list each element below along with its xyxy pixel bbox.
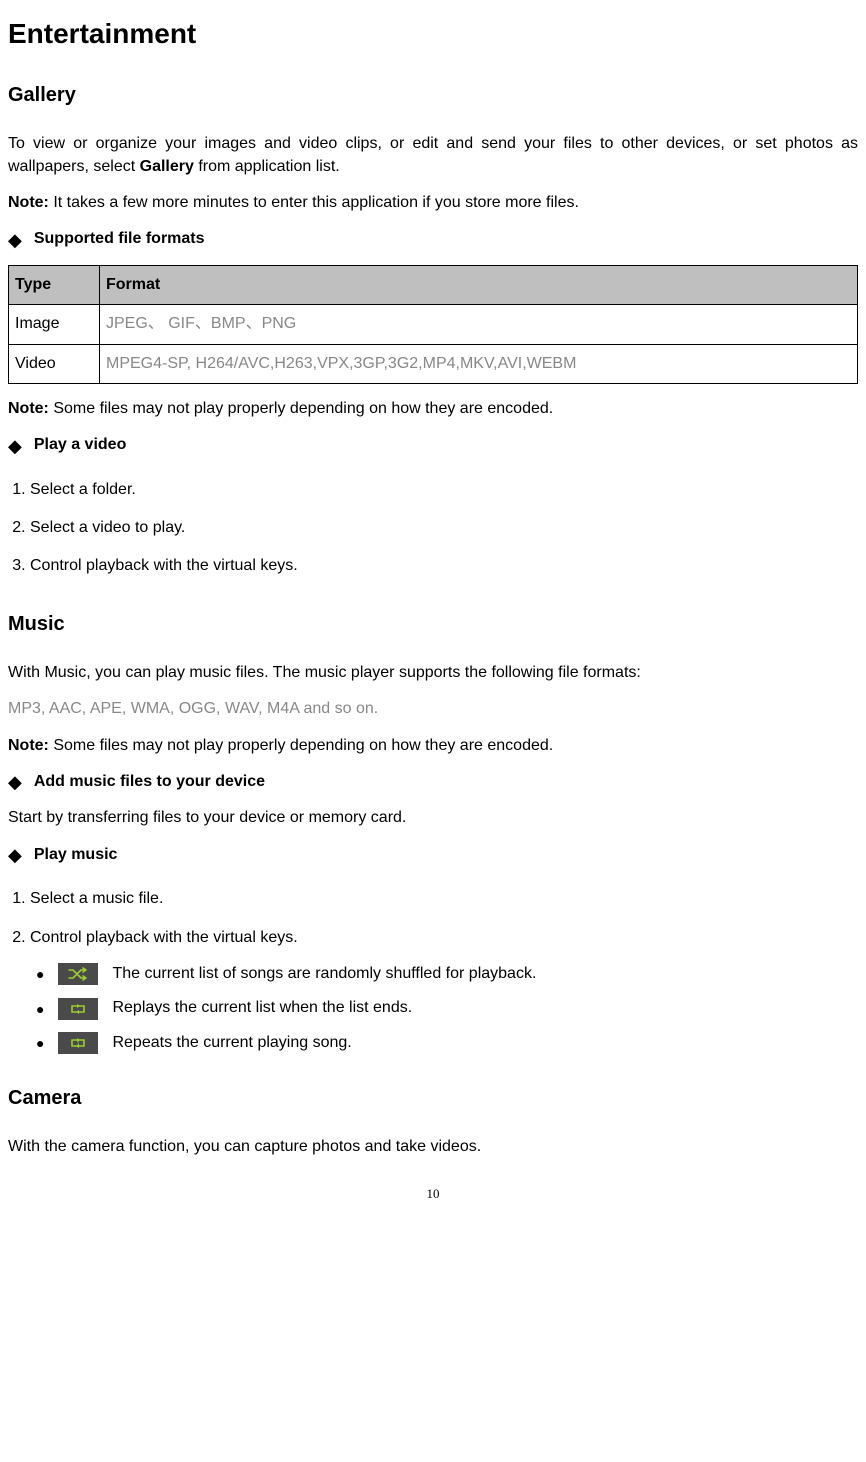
page-number: 10	[8, 1185, 858, 1203]
diamond-bullet-icon: ◆	[8, 773, 22, 791]
label: Add music files to your device	[34, 771, 265, 793]
list-item: Select a folder.	[30, 471, 858, 509]
gallery-intro: To view or organize your images and vide…	[8, 133, 858, 178]
gallery-note-1: Note: It takes a few more minutes to ent…	[8, 192, 858, 214]
label: Play a video	[34, 434, 127, 456]
playback-icons-list: ● The current list of songs are randomly…	[36, 957, 858, 1060]
note-text: It takes a few more minutes to enter thi…	[49, 194, 579, 211]
text: Repeats the current playing song.	[112, 1032, 351, 1054]
list-item: Select a music file.	[30, 880, 858, 918]
th-format: Format	[100, 265, 858, 304]
music-intro: With Music, you can play music files. Th…	[8, 662, 858, 684]
repeat-one-icon: 1	[58, 1032, 98, 1054]
label: Supported file formats	[34, 228, 205, 250]
note-label: Note:	[8, 400, 49, 417]
note-text: Some files may not play properly dependi…	[49, 400, 553, 417]
play-music-heading: ◆ Play music	[8, 844, 858, 866]
list-item: ● 1 Repeats the current playing song.	[36, 1026, 858, 1060]
list-item: Control playback with the virtual keys.	[30, 547, 858, 585]
camera-intro: With the camera function, you can captur…	[8, 1136, 858, 1158]
note-text: Some files may not play properly dependi…	[49, 737, 553, 754]
td-type: Video	[9, 344, 100, 383]
th-type: Type	[9, 265, 100, 304]
list-item: ● Replays the current list when the list…	[36, 991, 858, 1025]
bullet-icon: ●	[36, 967, 44, 981]
text: To view or organize your images and vide…	[8, 135, 858, 174]
table-row: Video MPEG4-SP, H264/AVC,H263,VPX,3GP,3G…	[9, 344, 858, 383]
play-video-steps: Select a folder. Select a video to play.…	[8, 471, 858, 586]
bullet-icon: ●	[36, 1002, 44, 1016]
repeat-list-icon	[58, 998, 98, 1020]
page-title: Entertainment	[8, 14, 858, 53]
list-item: Control playback with the virtual keys.	[30, 919, 858, 957]
camera-heading: Camera	[8, 1084, 858, 1112]
td-type: Image	[9, 305, 100, 344]
bullet-icon: ●	[36, 1036, 44, 1050]
diamond-bullet-icon: ◆	[8, 846, 22, 864]
formats-table: Type Format Image JPEG、 GIF、BMP、PNG Vide…	[8, 265, 858, 384]
list-item: ● The current list of songs are randomly…	[36, 957, 858, 991]
td-format: MPEG4-SP, H264/AVC,H263,VPX,3GP,3G2,MP4,…	[100, 344, 858, 383]
music-formats: MP3, AAC, APE, WMA, OGG, WAV, M4A and so…	[8, 698, 858, 720]
add-files-heading: ◆ Add music files to your device	[8, 771, 858, 793]
label: Play music	[34, 844, 118, 866]
add-files-text: Start by transferring files to your devi…	[8, 807, 858, 829]
note-label: Note:	[8, 194, 49, 211]
supported-formats-heading: ◆ Supported file formats	[8, 228, 858, 250]
diamond-bullet-icon: ◆	[8, 437, 22, 455]
gallery-note-2: Note: Some files may not play properly d…	[8, 398, 858, 420]
gallery-bold: Gallery	[140, 158, 194, 175]
shuffle-icon	[58, 963, 98, 985]
music-heading: Music	[8, 610, 858, 638]
text: Replays the current list when the list e…	[112, 997, 412, 1019]
music-note: Note: Some files may not play properly d…	[8, 735, 858, 757]
text: The current list of songs are randomly s…	[112, 963, 536, 985]
gallery-heading: Gallery	[8, 81, 858, 109]
td-format: JPEG、 GIF、BMP、PNG	[100, 305, 858, 344]
table-row: Image JPEG、 GIF、BMP、PNG	[9, 305, 858, 344]
table-header-row: Type Format	[9, 265, 858, 304]
note-label: Note:	[8, 737, 49, 754]
play-music-steps: Select a music file. Control playback wi…	[8, 880, 858, 957]
play-video-heading: ◆ Play a video	[8, 434, 858, 456]
list-item: Select a video to play.	[30, 509, 858, 547]
diamond-bullet-icon: ◆	[8, 231, 22, 249]
text: from application list.	[194, 158, 340, 175]
